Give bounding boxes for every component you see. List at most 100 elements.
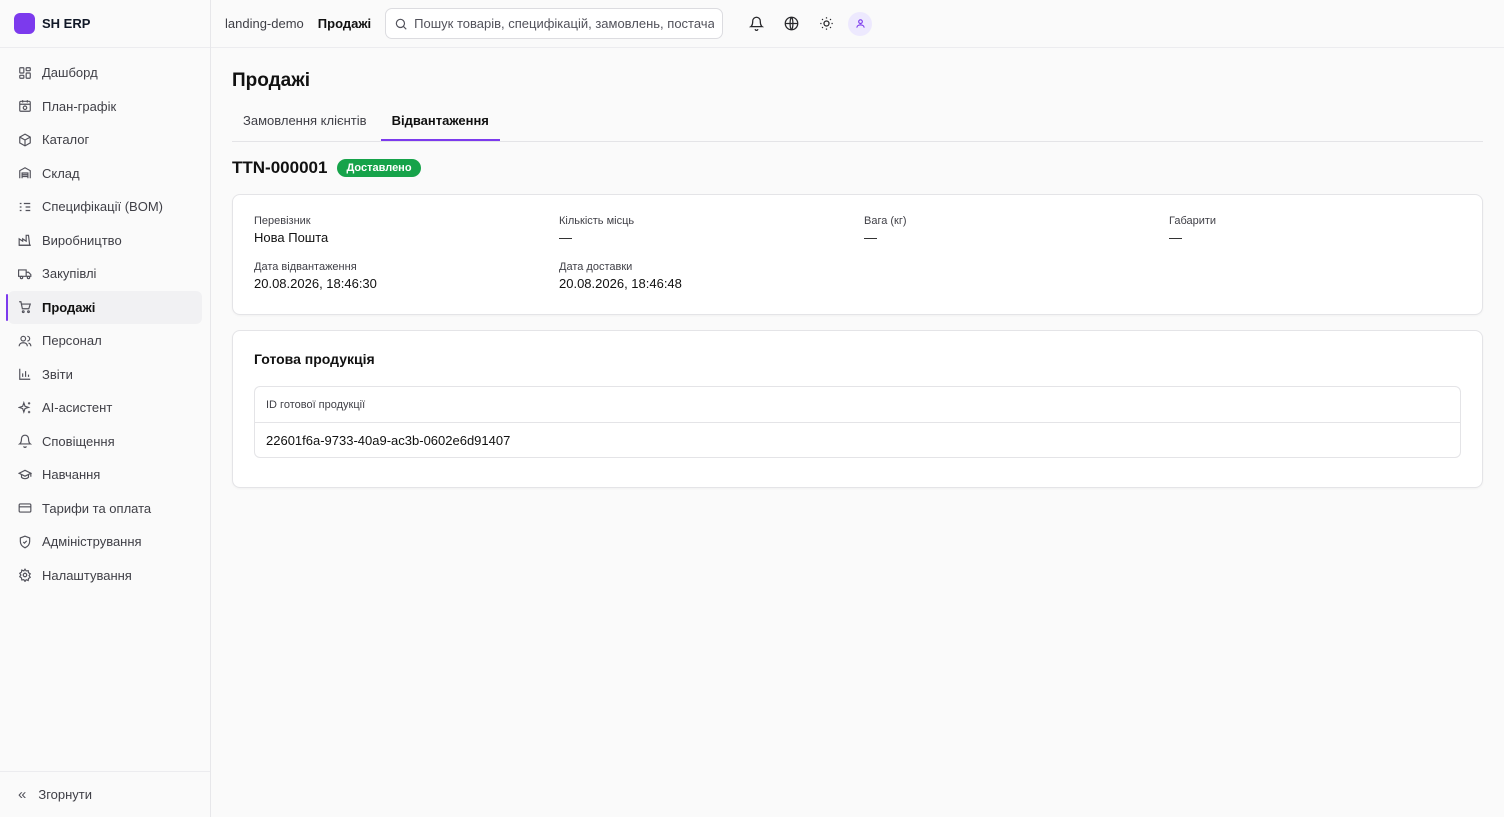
shield-icon [18, 535, 32, 549]
field-label: Кількість місць [559, 215, 635, 227]
collapse-sidebar-button[interactable]: « Згорнути [0, 771, 210, 817]
sidebar-item-label: Закупівлі [42, 266, 97, 282]
sidebar-item-label: Сповіщення [42, 433, 115, 449]
page-title: Продажі [232, 70, 310, 91]
field-label: Дата доставки [559, 260, 633, 273]
globe-icon [784, 16, 799, 31]
cart-icon [18, 300, 32, 314]
app-root: SH ERP Дашборд План-графік Каталог Склад… [0, 0, 1504, 817]
section-title: Готова продукція [254, 351, 375, 367]
theme-toggle-button[interactable] [809, 6, 844, 41]
field-value: 20.08.2026, 18:46:30 [254, 275, 377, 291]
field-label: Перевізник [254, 215, 311, 227]
tab-customer-orders[interactable]: Замовлення клієнтів [232, 110, 378, 141]
field-label: Дата відвантаження [254, 260, 357, 273]
sidebar-item-label: Адміністрування [42, 534, 142, 550]
search-icon [395, 18, 407, 30]
sun-icon [820, 17, 833, 30]
sidebar-item-billing[interactable]: Тарифи та оплата [8, 492, 202, 526]
field-carrier: Перевізник Нова Пошта [254, 215, 559, 249]
shipment-header: TTN-000001 Доставлено [232, 158, 1483, 178]
sidebar-nav: Дашборд План-графік Каталог Склад Специф… [0, 48, 210, 771]
sidebar-item-bom[interactable]: Специфікації (BOM) [8, 190, 202, 224]
truck-icon [18, 267, 32, 281]
sparkles-icon [18, 400, 32, 415]
finished-products-card: Готова продукція ID готової продукції 22… [232, 330, 1483, 488]
breadcrumb-current: Продажі [317, 16, 372, 31]
sidebar-item-label: Каталог [42, 132, 90, 148]
sidebar-item-admin[interactable]: Адміністрування [8, 525, 202, 559]
brand-name: SH ERP [42, 16, 91, 31]
sidebar-item-catalog[interactable]: Каталог [8, 123, 202, 157]
list-tree-icon [18, 200, 32, 214]
sidebar-item-label: Персонал [42, 333, 102, 349]
bell-icon [18, 434, 32, 449]
sidebar-item-learning[interactable]: Навчання [8, 458, 202, 492]
brand-logo-icon [14, 13, 35, 34]
tab-shipments[interactable]: Відвантаження [380, 110, 500, 141]
graduation-cap-icon [18, 468, 32, 482]
field-value: — [1169, 230, 1182, 245]
sidebar-item-production[interactable]: Виробництво [8, 224, 202, 258]
topbar: landing-demo Продажі [211, 0, 1504, 48]
page-content: Продажі Замовлення клієнтів Відвантаженн… [211, 48, 1504, 488]
sidebar-item-warehouse[interactable]: Склад [8, 157, 202, 191]
sidebar-item-dashboard[interactable]: Дашборд [8, 56, 202, 90]
search-input[interactable] [414, 16, 715, 31]
user-icon [855, 19, 865, 28]
brand[interactable]: SH ERP [0, 0, 210, 48]
sidebar-item-label: Тарифи та оплата [42, 500, 152, 516]
bar-chart-icon [18, 367, 32, 381]
breadcrumb-workspace[interactable]: landing-demo [225, 16, 304, 31]
box-icon [18, 133, 32, 147]
sidebar-item-label: План-графік [42, 98, 117, 114]
dashboard-icon [18, 66, 32, 80]
field-places: Кількість місць — [559, 215, 864, 249]
sidebar-item-label: Дашборд [42, 65, 98, 81]
field-value: 20.08.2026, 18:46:48 [559, 275, 682, 291]
sidebar-item-notifications[interactable]: Сповіщення [8, 425, 202, 459]
user-avatar[interactable] [848, 11, 873, 36]
field-weight: Вага (кг) — [864, 215, 1169, 249]
table-row[interactable]: 22601f6a-9733-40a9-ac3b-0602e6d91407 [255, 423, 1460, 457]
language-button[interactable] [774, 6, 809, 41]
sidebar-item-label: Навчання [42, 467, 101, 483]
sidebar-item-label: Специфікації (BOM) [42, 199, 163, 215]
tabs: Замовлення клієнтів Відвантаження [232, 110, 1483, 142]
bell-icon [749, 16, 765, 31]
factory-icon [18, 233, 32, 247]
users-icon [18, 334, 32, 348]
sidebar-item-label: Продажі [42, 299, 96, 315]
sidebar-item-label: Виробництво [42, 232, 122, 248]
field-value: Нова Пошта [254, 230, 329, 245]
sidebar-item-purchases[interactable]: Закупівлі [8, 257, 202, 291]
credit-card-icon [18, 501, 32, 515]
sidebar-item-label: Склад [42, 165, 80, 181]
notifications-button[interactable] [739, 6, 774, 41]
sidebar-item-schedule[interactable]: План-графік [8, 90, 202, 124]
shipment-details-card: Перевізник Нова Пошта Кількість місць — … [232, 194, 1483, 315]
warehouse-icon [18, 166, 32, 180]
field-label: Габарити [1169, 215, 1217, 227]
gear-icon [18, 568, 32, 583]
status-badge: Доставлено [337, 159, 421, 177]
field-dimensions: Габарити — [1169, 215, 1461, 249]
collapse-label: Згорнути [38, 787, 93, 802]
sidebar-item-settings[interactable]: Налаштування [8, 559, 202, 593]
table-header: ID готової продукції [255, 387, 1460, 423]
field-shipped-at: Дата відвантаження 20.08.2026, 18:46:30 [254, 261, 559, 295]
sidebar-item-reports[interactable]: Звіти [8, 358, 202, 392]
shipment-number: TTN-000001 [232, 158, 328, 177]
sidebar-item-ai-assistant[interactable]: AI-асистент [8, 391, 202, 425]
sidebar-item-label: Звіти [42, 366, 73, 382]
sidebar-item-label: Налаштування [42, 567, 132, 583]
sidebar-item-sales[interactable]: Продажі [6, 290, 202, 324]
chevrons-left-icon: « [18, 786, 27, 803]
field-value: — [559, 230, 572, 245]
sidebar-item-label: AI-асистент [42, 400, 113, 416]
field-value: — [864, 230, 877, 245]
global-search[interactable] [385, 8, 724, 39]
main-area: landing-demo Продажі Продажі Замовлен [211, 0, 1504, 817]
field-delivered-at: Дата доставки 20.08.2026, 18:46:48 [559, 261, 864, 295]
sidebar-item-staff[interactable]: Персонал [8, 324, 202, 358]
